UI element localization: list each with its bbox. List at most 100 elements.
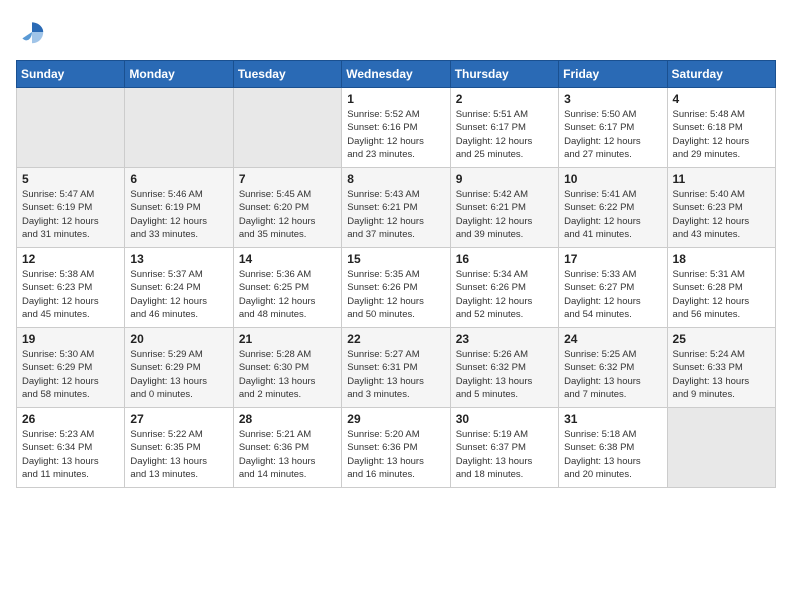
calendar-cell: 9 Sunrise: 5:42 AM Sunset: 6:21 PM Daylig… bbox=[450, 168, 558, 248]
calendar-cell: 3 Sunrise: 5:50 AM Sunset: 6:17 PM Daylig… bbox=[559, 88, 667, 168]
day-number: 24 bbox=[564, 332, 661, 346]
calendar-cell: 15Sunrise: 5:35 AM Sunset: 6:26 PM Dayli… bbox=[342, 248, 450, 328]
day-info: Sunrise: 5:42 AM Sunset: 6:21 PM Dayligh… bbox=[456, 188, 553, 241]
calendar-cell: 2 Sunrise: 5:51 AM Sunset: 6:17 PM Daylig… bbox=[450, 88, 558, 168]
day-info: Sunrise: 5:23 AM Sunset: 6:34 PM Dayligh… bbox=[22, 428, 119, 481]
day-number: 10 bbox=[564, 172, 661, 186]
calendar-cell: 18 Sunrise: 5:31 AM Sunset: 6:28 PM Dayli… bbox=[667, 248, 775, 328]
day-number: 3 bbox=[564, 92, 661, 106]
day-number: 17 bbox=[564, 252, 661, 266]
day-number: 23 bbox=[456, 332, 553, 346]
day-number: 9 bbox=[456, 172, 553, 186]
day-number: 28 bbox=[239, 412, 336, 426]
calendar-cell: 26 Sunrise: 5:23 AM Sunset: 6:34 PM Dayli… bbox=[17, 408, 125, 488]
day-info: Sunrise: 5:41 AM Sunset: 6:22 PM Dayligh… bbox=[564, 188, 661, 241]
calendar-cell bbox=[667, 408, 775, 488]
calendar-cell: 11 Sunrise: 5:40 AM Sunset: 6:23 PM Dayli… bbox=[667, 168, 775, 248]
day-info: Sunrise: 5:26 AM Sunset: 6:32 PM Dayligh… bbox=[456, 348, 553, 401]
day-info: Sunrise: 5:20 AM Sunset: 6:36 PM Dayligh… bbox=[347, 428, 444, 481]
day-number: 16 bbox=[456, 252, 553, 266]
calendar-week-row: 1Sunrise: 5:52 AM Sunset: 6:16 PM Daylig… bbox=[17, 88, 776, 168]
day-info: Sunrise: 5:40 AM Sunset: 6:23 PM Dayligh… bbox=[673, 188, 770, 241]
day-info: Sunrise: 5:22 AM Sunset: 6:35 PM Dayligh… bbox=[130, 428, 227, 481]
calendar-cell: 21 Sunrise: 5:28 AM Sunset: 6:30 PM Dayli… bbox=[233, 328, 341, 408]
logo-icon bbox=[16, 16, 48, 48]
calendar-cell: 8Sunrise: 5:43 AM Sunset: 6:21 PM Daylig… bbox=[342, 168, 450, 248]
calendar-cell: 29Sunrise: 5:20 AM Sunset: 6:36 PM Dayli… bbox=[342, 408, 450, 488]
day-number: 5 bbox=[22, 172, 119, 186]
day-info: Sunrise: 5:21 AM Sunset: 6:36 PM Dayligh… bbox=[239, 428, 336, 481]
day-info: Sunrise: 5:24 AM Sunset: 6:33 PM Dayligh… bbox=[673, 348, 770, 401]
day-number: 18 bbox=[673, 252, 770, 266]
calendar-cell: 17 Sunrise: 5:33 AM Sunset: 6:27 PM Dayli… bbox=[559, 248, 667, 328]
calendar-cell: 16 Sunrise: 5:34 AM Sunset: 6:26 PM Dayli… bbox=[450, 248, 558, 328]
calendar-cell: 14 Sunrise: 5:36 AM Sunset: 6:25 PM Dayli… bbox=[233, 248, 341, 328]
day-number: 27 bbox=[130, 412, 227, 426]
calendar-table: SundayMondayTuesdayWednesdayThursdayFrid… bbox=[16, 60, 776, 488]
weekday-header-monday: Monday bbox=[125, 61, 233, 88]
calendar-cell: 31 Sunrise: 5:18 AM Sunset: 6:38 PM Dayli… bbox=[559, 408, 667, 488]
day-info: Sunrise: 5:51 AM Sunset: 6:17 PM Dayligh… bbox=[456, 108, 553, 161]
calendar-cell: 23 Sunrise: 5:26 AM Sunset: 6:32 PM Dayli… bbox=[450, 328, 558, 408]
calendar-week-row: 5 Sunrise: 5:47 AM Sunset: 6:19 PM Daylig… bbox=[17, 168, 776, 248]
day-info: Sunrise: 5:25 AM Sunset: 6:32 PM Dayligh… bbox=[564, 348, 661, 401]
day-info: Sunrise: 5:33 AM Sunset: 6:27 PM Dayligh… bbox=[564, 268, 661, 321]
calendar-cell: 7Sunrise: 5:45 AM Sunset: 6:20 PM Daylig… bbox=[233, 168, 341, 248]
day-info: Sunrise: 5:36 AM Sunset: 6:25 PM Dayligh… bbox=[239, 268, 336, 321]
calendar-cell: 22 Sunrise: 5:27 AM Sunset: 6:31 PM Dayli… bbox=[342, 328, 450, 408]
day-number: 19 bbox=[22, 332, 119, 346]
calendar-cell: 30 Sunrise: 5:19 AM Sunset: 6:37 PM Dayli… bbox=[450, 408, 558, 488]
day-info: Sunrise: 5:47 AM Sunset: 6:19 PM Dayligh… bbox=[22, 188, 119, 241]
calendar-cell: 4 Sunrise: 5:48 AM Sunset: 6:18 PM Daylig… bbox=[667, 88, 775, 168]
calendar-week-row: 19Sunrise: 5:30 AM Sunset: 6:29 PM Dayli… bbox=[17, 328, 776, 408]
day-number: 13 bbox=[130, 252, 227, 266]
calendar-cell: 28 Sunrise: 5:21 AM Sunset: 6:36 PM Dayli… bbox=[233, 408, 341, 488]
header bbox=[16, 16, 776, 48]
calendar-cell: 19Sunrise: 5:30 AM Sunset: 6:29 PM Dayli… bbox=[17, 328, 125, 408]
calendar-cell: 20 Sunrise: 5:29 AM Sunset: 6:29 PM Dayli… bbox=[125, 328, 233, 408]
calendar-cell: 24 Sunrise: 5:25 AM Sunset: 6:32 PM Dayli… bbox=[559, 328, 667, 408]
weekday-header-wednesday: Wednesday bbox=[342, 61, 450, 88]
calendar-cell: 27 Sunrise: 5:22 AM Sunset: 6:35 PM Dayli… bbox=[125, 408, 233, 488]
day-info: Sunrise: 5:43 AM Sunset: 6:21 PM Dayligh… bbox=[347, 188, 444, 241]
day-number: 11 bbox=[673, 172, 770, 186]
day-number: 14 bbox=[239, 252, 336, 266]
day-info: Sunrise: 5:31 AM Sunset: 6:28 PM Dayligh… bbox=[673, 268, 770, 321]
weekday-header-thursday: Thursday bbox=[450, 61, 558, 88]
day-number: 30 bbox=[456, 412, 553, 426]
calendar-cell: 13Sunrise: 5:37 AM Sunset: 6:24 PM Dayli… bbox=[125, 248, 233, 328]
day-info: Sunrise: 5:52 AM Sunset: 6:16 PM Dayligh… bbox=[347, 108, 444, 161]
day-number: 6 bbox=[130, 172, 227, 186]
calendar-cell bbox=[233, 88, 341, 168]
day-info: Sunrise: 5:48 AM Sunset: 6:18 PM Dayligh… bbox=[673, 108, 770, 161]
day-info: Sunrise: 5:46 AM Sunset: 6:19 PM Dayligh… bbox=[130, 188, 227, 241]
day-number: 12 bbox=[22, 252, 119, 266]
day-info: Sunrise: 5:29 AM Sunset: 6:29 PM Dayligh… bbox=[130, 348, 227, 401]
day-number: 20 bbox=[130, 332, 227, 346]
day-info: Sunrise: 5:45 AM Sunset: 6:20 PM Dayligh… bbox=[239, 188, 336, 241]
day-number: 22 bbox=[347, 332, 444, 346]
day-number: 4 bbox=[673, 92, 770, 106]
day-info: Sunrise: 5:28 AM Sunset: 6:30 PM Dayligh… bbox=[239, 348, 336, 401]
calendar-cell bbox=[125, 88, 233, 168]
day-number: 31 bbox=[564, 412, 661, 426]
weekday-header-saturday: Saturday bbox=[667, 61, 775, 88]
day-info: Sunrise: 5:18 AM Sunset: 6:38 PM Dayligh… bbox=[564, 428, 661, 481]
calendar-week-row: 12 Sunrise: 5:38 AM Sunset: 6:23 PM Dayli… bbox=[17, 248, 776, 328]
day-number: 21 bbox=[239, 332, 336, 346]
weekday-header-friday: Friday bbox=[559, 61, 667, 88]
logo bbox=[16, 16, 52, 48]
day-info: Sunrise: 5:19 AM Sunset: 6:37 PM Dayligh… bbox=[456, 428, 553, 481]
day-number: 15 bbox=[347, 252, 444, 266]
calendar-cell: 1Sunrise: 5:52 AM Sunset: 6:16 PM Daylig… bbox=[342, 88, 450, 168]
calendar-cell: 10 Sunrise: 5:41 AM Sunset: 6:22 PM Dayli… bbox=[559, 168, 667, 248]
day-number: 26 bbox=[22, 412, 119, 426]
day-info: Sunrise: 5:50 AM Sunset: 6:17 PM Dayligh… bbox=[564, 108, 661, 161]
day-info: Sunrise: 5:34 AM Sunset: 6:26 PM Dayligh… bbox=[456, 268, 553, 321]
day-info: Sunrise: 5:27 AM Sunset: 6:31 PM Dayligh… bbox=[347, 348, 444, 401]
day-number: 2 bbox=[456, 92, 553, 106]
calendar-cell bbox=[17, 88, 125, 168]
calendar-week-row: 26 Sunrise: 5:23 AM Sunset: 6:34 PM Dayli… bbox=[17, 408, 776, 488]
day-info: Sunrise: 5:38 AM Sunset: 6:23 PM Dayligh… bbox=[22, 268, 119, 321]
calendar-cell: 12 Sunrise: 5:38 AM Sunset: 6:23 PM Dayli… bbox=[17, 248, 125, 328]
